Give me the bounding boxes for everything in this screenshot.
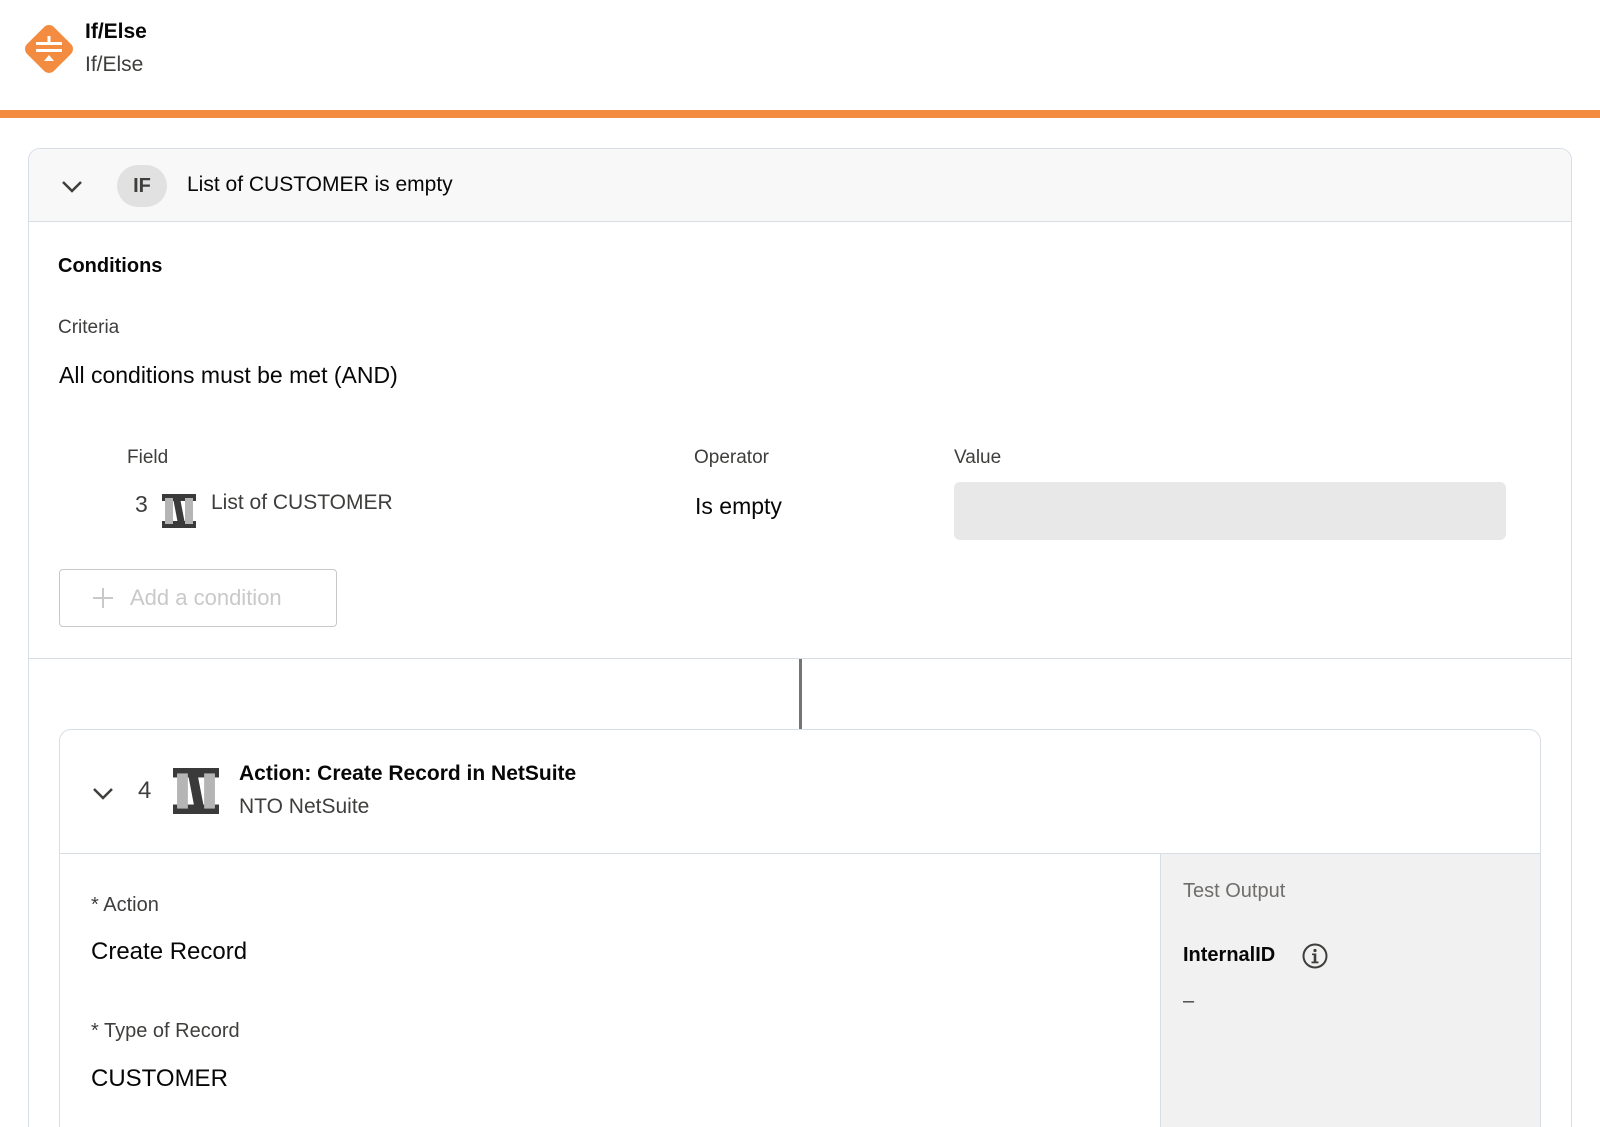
chevron-down-icon[interactable]: [90, 780, 116, 806]
flow-connector: [799, 659, 802, 729]
internalid-label: InternalID: [1183, 944, 1276, 966]
info-icon[interactable]: [1301, 942, 1329, 970]
chevron-down-icon[interactable]: [59, 173, 85, 199]
netsuite-logo-icon: [173, 768, 219, 814]
test-output-title: Test Output: [1183, 880, 1286, 902]
if-else-diamond-icon: [25, 25, 73, 73]
add-condition-label: Add a condition: [130, 585, 282, 610]
netsuite-logo-icon: [162, 494, 196, 528]
condition-operator[interactable]: Is empty: [695, 493, 782, 520]
if-card: IF List of CUSTOMER is empty Conditions …: [28, 148, 1572, 1127]
action-field-value[interactable]: Create Record: [91, 938, 247, 966]
action-card-header[interactable]: 4 Action: Create Record in NetSuite NTO …: [60, 730, 1540, 854]
internalid-value: –: [1183, 990, 1195, 1012]
plus-icon: [93, 588, 113, 608]
condition-value-input[interactable]: [954, 482, 1506, 540]
condition-field[interactable]: List of CUSTOMER: [211, 491, 393, 515]
condition-step-number: 3: [135, 491, 148, 517]
step-title: If/Else: [85, 20, 147, 43]
step-subtitle: If/Else: [85, 53, 144, 76]
if-card-header[interactable]: IF List of CUSTOMER is empty: [29, 149, 1571, 222]
if-summary: List of CUSTOMER is empty: [187, 173, 453, 196]
action-step-number: 4: [138, 777, 152, 804]
add-condition-button[interactable]: Add a condition: [59, 569, 337, 627]
operator-column-header: Operator: [694, 447, 769, 468]
conditions-heading: Conditions: [58, 255, 163, 277]
test-output-panel: Test Output InternalID –: [1160, 854, 1540, 1127]
criteria-label: Criteria: [58, 317, 120, 338]
record-type-value[interactable]: CUSTOMER: [91, 1065, 228, 1093]
record-type-label: * Type of Record: [91, 1020, 240, 1042]
action-field-label: * Action: [91, 894, 159, 916]
action-title: Action: Create Record in NetSuite: [239, 762, 577, 785]
if-badge: IF: [117, 165, 167, 207]
action-subtitle: NTO NetSuite: [239, 795, 370, 818]
field-column-header: Field: [127, 447, 169, 468]
value-column-header: Value: [954, 447, 1002, 468]
action-card: 4 Action: Create Record in NetSuite NTO …: [59, 729, 1541, 1127]
accent-bar: [0, 110, 1600, 118]
criteria-value[interactable]: All conditions must be met (AND): [59, 362, 398, 389]
step-header: If/Else If/Else: [0, 0, 1600, 110]
